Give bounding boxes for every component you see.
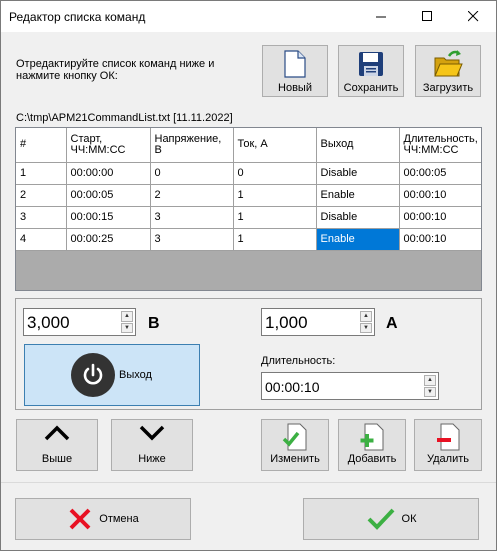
close-icon	[467, 11, 478, 22]
file-path-label: C:\tmp\APM21CommandList.txt [11.11.2022]	[16, 112, 233, 124]
table-cell[interactable]: 0	[150, 162, 234, 185]
table-row[interactable]: 4 00:00:25 3 1 Enable 00:00:10	[16, 228, 481, 251]
column-header-output[interactable]: Выход	[316, 128, 400, 163]
new-button[interactable]: Новый	[262, 45, 328, 97]
open-folder-icon	[434, 50, 463, 77]
voltage-spinbox[interactable]: 3,000 ▲ ▼	[23, 308, 136, 336]
table-cell[interactable]: 00:00:15	[66, 206, 151, 229]
move-up-label: Выше	[41, 453, 73, 465]
delete-button[interactable]: Удалить	[414, 419, 482, 471]
save-floppy-icon	[359, 52, 383, 76]
ok-check-icon	[367, 508, 394, 530]
power-icon	[71, 353, 115, 397]
current-spinbox[interactable]: 1,000 ▲ ▼	[261, 308, 375, 336]
table-cell[interactable]: 0	[233, 162, 317, 185]
table-cell[interactable]: 1	[16, 162, 67, 185]
command-table[interactable]: # Старт, ЧЧ:ММ:СС Напряжение, В Ток, А В…	[15, 127, 482, 291]
move-down-button[interactable]: Ниже	[111, 419, 193, 471]
table-cell[interactable]: 1	[233, 184, 317, 207]
new-document-icon	[284, 50, 306, 78]
cancel-button-label: Отмена	[99, 513, 139, 525]
current-unit-label: А	[386, 315, 398, 332]
minimize-button[interactable]	[358, 1, 404, 32]
table-cell[interactable]: Disable	[316, 206, 400, 229]
save-button[interactable]: Сохранить	[338, 45, 404, 97]
output-button-label: Выход	[119, 369, 152, 381]
table-cell[interactable]: Disable	[316, 162, 400, 185]
column-header-current[interactable]: Ток, А	[233, 128, 317, 163]
cancel-button[interactable]: Отмена	[15, 498, 191, 540]
table-cell[interactable]: 3	[150, 206, 234, 229]
add-button[interactable]: Добавить	[338, 419, 406, 471]
minimize-icon	[375, 16, 386, 18]
duration-label: Длительность:	[261, 355, 336, 367]
load-button[interactable]: Загрузить	[415, 45, 481, 97]
ok-button[interactable]: ОК	[303, 498, 479, 540]
table-cell[interactable]: 2	[16, 184, 67, 207]
duration-down-arrow-icon[interactable]: ▼	[424, 386, 436, 397]
table-cell[interactable]: 2	[150, 184, 234, 207]
column-header-number[interactable]: #	[16, 128, 67, 163]
table-row[interactable]: 1 00:00:00 0 0 Disable 00:00:05	[16, 162, 481, 185]
table-row[interactable]: 2 00:00:05 2 1 Enable 00:00:10	[16, 184, 481, 207]
table-cell[interactable]: 3	[16, 206, 67, 229]
edit-button-label: Изменить	[270, 453, 320, 465]
table-cell[interactable]: 00:00:10	[399, 206, 481, 229]
table-cell[interactable]: 1	[233, 206, 317, 229]
table-cell[interactable]: 3	[150, 228, 234, 251]
new-button-label: Новый	[278, 82, 312, 94]
table-cell[interactable]: 00:00:05	[399, 162, 481, 185]
current-value: 1,000	[265, 313, 308, 332]
voltage-up-arrow-icon[interactable]: ▲	[121, 311, 133, 322]
table-cell[interactable]: Enable	[316, 184, 400, 207]
output-toggle-button[interactable]: Выход	[24, 344, 200, 406]
cancel-x-icon	[69, 508, 91, 530]
chevron-up-icon	[44, 425, 70, 441]
edit-document-check-icon	[282, 423, 307, 451]
table-cell[interactable]: 00:00:05	[66, 184, 151, 207]
table-cell[interactable]: 00:00:10	[399, 228, 481, 251]
chevron-down-icon	[139, 425, 165, 441]
voltage-down-arrow-icon[interactable]: ▼	[121, 322, 133, 333]
current-up-arrow-icon[interactable]: ▲	[360, 311, 372, 322]
duration-value: 00:00:10	[265, 379, 320, 395]
move-up-button[interactable]: Выше	[16, 419, 98, 471]
column-header-duration[interactable]: Длительность, ЧЧ:ММ:СС	[399, 128, 481, 163]
add-document-plus-icon	[360, 423, 384, 451]
title-bar: Редактор списка команд	[1, 1, 496, 32]
delete-button-label: Удалить	[427, 453, 469, 465]
column-header-voltage[interactable]: Напряжение, В	[150, 128, 234, 163]
table-cell-selected[interactable]: Enable	[316, 228, 400, 251]
current-down-arrow-icon[interactable]: ▼	[360, 322, 372, 333]
table-cell[interactable]: 00:00:10	[399, 184, 481, 207]
instructions-text: Отредактируйте список команд ниже и нажм…	[16, 58, 215, 82]
window-title: Редактор списка команд	[9, 10, 146, 24]
load-button-label: Загрузить	[422, 82, 474, 94]
command-list-editor-window: Редактор списка команд Отредактируйте сп…	[0, 0, 497, 551]
maximize-button[interactable]	[404, 1, 450, 32]
delete-document-minus-icon	[437, 423, 460, 451]
table-header-row: # Старт, ЧЧ:ММ:СС Напряжение, В Ток, А В…	[16, 128, 481, 163]
column-header-start[interactable]: Старт, ЧЧ:ММ:СС	[66, 128, 151, 163]
close-button[interactable]	[450, 1, 496, 32]
voltage-value: 3,000	[27, 313, 70, 332]
add-button-label: Добавить	[347, 453, 397, 465]
table-cell[interactable]: 00:00:00	[66, 162, 151, 185]
duration-up-arrow-icon[interactable]: ▲	[424, 375, 436, 386]
maximize-icon	[421, 11, 432, 21]
save-button-label: Сохранить	[343, 82, 399, 94]
voltage-unit-label: В	[148, 315, 160, 332]
command-editor-panel: 3,000 ▲ ▼ В 1,000 ▲ ▼ А Выход Длительнос…	[15, 298, 482, 410]
ok-button-label: ОК	[401, 513, 417, 525]
table-cell[interactable]: 4	[16, 228, 67, 251]
duration-spinbox[interactable]: 00:00:10 ▲ ▼	[261, 372, 439, 400]
table-cell[interactable]: 00:00:25	[66, 228, 151, 251]
table-cell[interactable]: 1	[233, 228, 317, 251]
move-down-label: Ниже	[138, 453, 166, 465]
edit-button[interactable]: Изменить	[261, 419, 329, 471]
table-row[interactable]: 3 00:00:15 3 1 Disable 00:00:10	[16, 206, 481, 229]
